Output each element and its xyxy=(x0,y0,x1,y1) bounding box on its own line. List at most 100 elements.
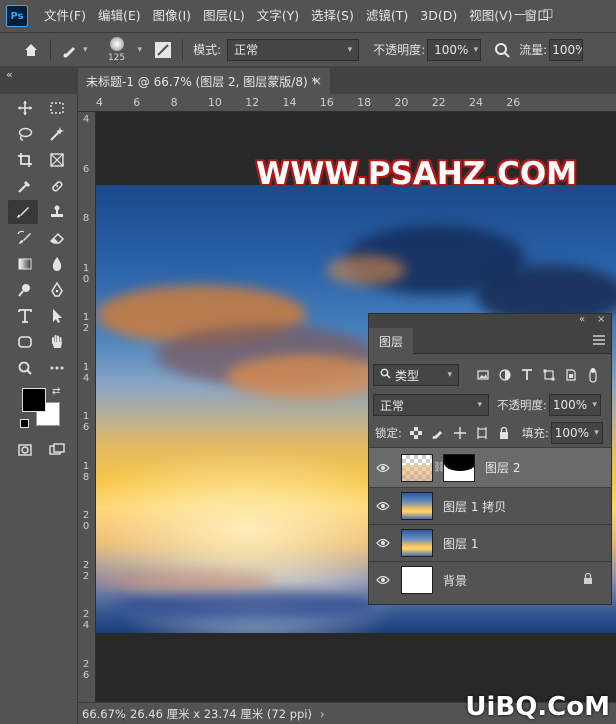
visibility-eye-icon[interactable] xyxy=(369,463,397,473)
menu-filter[interactable]: 滤镜(T) xyxy=(360,0,414,32)
home-icon[interactable] xyxy=(18,37,44,63)
lock-artboard-icon[interactable] xyxy=(474,425,490,441)
layer-name[interactable]: 图层 2 xyxy=(485,459,520,476)
dodge-tool-icon[interactable] xyxy=(12,278,38,302)
move-tool-icon[interactable] xyxy=(12,96,38,120)
magic-wand-tool-icon[interactable] xyxy=(44,122,70,146)
hand-tool-icon[interactable] xyxy=(44,330,70,354)
lock-all-icon[interactable] xyxy=(496,425,512,441)
image-filter-icon[interactable] xyxy=(475,367,491,383)
lock-pixels-icon[interactable] xyxy=(430,425,446,441)
pressure-opacity-icon[interactable] xyxy=(489,37,515,63)
chevron-down-icon[interactable]: ▾ xyxy=(138,45,143,55)
menu-layer[interactable]: 图层(L) xyxy=(197,0,251,32)
link-chain-icon[interactable]: ⛓ xyxy=(433,462,446,473)
chevron-down-icon[interactable]: ▾ xyxy=(474,45,479,55)
quick-mask-icon[interactable] xyxy=(12,438,38,462)
visibility-eye-icon[interactable] xyxy=(369,501,397,511)
menu-3d[interactable]: 3D(D) xyxy=(414,0,463,32)
foreground-color-swatch[interactable] xyxy=(22,388,46,412)
lock-transparent-icon[interactable] xyxy=(408,425,424,441)
ruler-tick-label: 8 xyxy=(170,96,178,109)
brush-tool-icon[interactable] xyxy=(8,200,38,224)
type-filter-icon[interactable] xyxy=(519,367,535,383)
layer-opacity-field[interactable]: 100% ▾ xyxy=(548,394,601,416)
menu-edit[interactable]: 编辑(E) xyxy=(92,0,147,32)
ruler-tick-label: 8 xyxy=(82,213,90,224)
brush-settings-icon[interactable] xyxy=(150,37,176,63)
layer-name[interactable]: 背景 xyxy=(443,572,467,589)
visibility-eye-icon[interactable] xyxy=(369,575,397,585)
swap-colors-icon[interactable]: ⇄ xyxy=(52,386,60,397)
blend-mode-dropdown[interactable]: 正常 ▾ xyxy=(373,394,489,416)
fill-field[interactable]: 100% ▾ xyxy=(550,422,603,444)
close-panel-icon[interactable]: × xyxy=(597,314,605,325)
pen-tool-icon[interactable] xyxy=(44,278,70,302)
screen-mode-icon[interactable] xyxy=(44,438,70,462)
chevron-down-icon[interactable]: ▾ xyxy=(83,45,88,55)
default-colors-icon[interactable] xyxy=(20,419,29,428)
visibility-eye-icon[interactable] xyxy=(369,538,397,548)
menu-file[interactable]: 文件(F) xyxy=(38,0,92,32)
zoom-tool-icon[interactable] xyxy=(12,356,38,380)
frame-tool-icon[interactable] xyxy=(44,148,70,172)
eyedropper-tool-icon[interactable] xyxy=(12,174,38,198)
clone-stamp-tool-icon[interactable] xyxy=(44,200,70,224)
opacity-field[interactable]: 100% ▾ xyxy=(427,38,482,61)
layer-row[interactable]: 图层 1 拷贝 xyxy=(369,487,611,524)
healing-brush-tool-icon[interactable] xyxy=(44,174,70,198)
layer-thumbnail[interactable] xyxy=(401,529,433,557)
eraser-tool-icon[interactable] xyxy=(44,226,70,250)
adjustment-filter-icon[interactable] xyxy=(497,367,513,383)
layer-row[interactable]: 图层 1 xyxy=(369,524,611,561)
panel-menu-icon[interactable] xyxy=(593,334,605,348)
brush-size-preview[interactable]: 125 xyxy=(98,35,138,65)
maximize-button[interactable]: ☐ xyxy=(530,0,566,28)
lock-position-icon[interactable] xyxy=(452,425,468,441)
menu-image[interactable]: 图像(I) xyxy=(147,0,197,32)
layer-name[interactable]: 图层 1 xyxy=(443,535,478,552)
crop-tool-icon[interactable] xyxy=(12,148,38,172)
layer-row[interactable]: ⛓ 图层 2 xyxy=(369,447,611,487)
layer-opacity-label: 不透明度: xyxy=(497,398,547,412)
layer-name[interactable]: 图层 1 拷贝 xyxy=(443,498,506,515)
filter-toggle-icon[interactable] xyxy=(585,367,601,383)
history-brush-tool-icon[interactable] xyxy=(12,226,38,250)
panel-header: « × xyxy=(369,314,611,328)
ruler-tick-label: 12 xyxy=(245,96,260,109)
layer-thumbnail[interactable] xyxy=(401,453,433,482)
lasso-tool-icon[interactable] xyxy=(12,122,38,146)
flow-field[interactable]: 100% xyxy=(549,38,584,61)
type-tool-icon[interactable] xyxy=(12,304,38,328)
chevron-down-icon[interactable]: ▾ xyxy=(592,400,597,410)
horizontal-ruler: 4 6 8 10 12 14 16 18 20 22 24 26 xyxy=(78,94,616,112)
zoom-level[interactable]: 66.67% xyxy=(78,706,126,721)
document-tab[interactable]: 未标题-1 @ 66.7% (图层 2, 图层蒙版/8) * × xyxy=(78,68,330,94)
menu-select[interactable]: 选择(S) xyxy=(305,0,360,32)
marquee-tool-icon[interactable] xyxy=(44,96,70,120)
menu-type[interactable]: 文字(Y) xyxy=(251,0,305,32)
brush-preset-icon[interactable] xyxy=(57,37,83,63)
smart-object-filter-icon[interactable] xyxy=(563,367,579,383)
mode-dropdown[interactable]: 正常 ▾ xyxy=(227,38,360,61)
close-icon[interactable]: × xyxy=(312,74,322,88)
gradient-tool-icon[interactable] xyxy=(12,252,38,276)
chevron-down-icon[interactable]: ▾ xyxy=(594,428,599,438)
path-selection-tool-icon[interactable] xyxy=(44,304,70,328)
collapse-icon[interactable]: « xyxy=(6,68,13,81)
shape-filter-icon[interactable] xyxy=(541,367,557,383)
layer-thumbnail[interactable] xyxy=(401,492,433,520)
blur-tool-icon[interactable] xyxy=(44,252,70,276)
filter-kind-dropdown[interactable]: 类型 ▾ xyxy=(373,364,459,386)
layer-row[interactable]: 背景 xyxy=(369,561,611,598)
more-tools-icon[interactable] xyxy=(44,356,70,380)
status-arrow-icon[interactable]: › xyxy=(320,707,325,721)
layer-thumbnail[interactable] xyxy=(401,566,433,594)
ruler-tick-label: 14 xyxy=(82,361,90,384)
collapse-panel-icon[interactable]: « xyxy=(579,314,585,325)
document-info[interactable]: 26.46 厘米 x 23.74 厘米 (72 ppi) xyxy=(124,706,312,722)
rectangle-tool-icon[interactable] xyxy=(12,330,38,354)
blend-mode-value: 正常 xyxy=(380,398,405,413)
tab-layers[interactable]: 图层 xyxy=(369,328,413,354)
layer-mask-thumbnail[interactable] xyxy=(443,453,475,482)
